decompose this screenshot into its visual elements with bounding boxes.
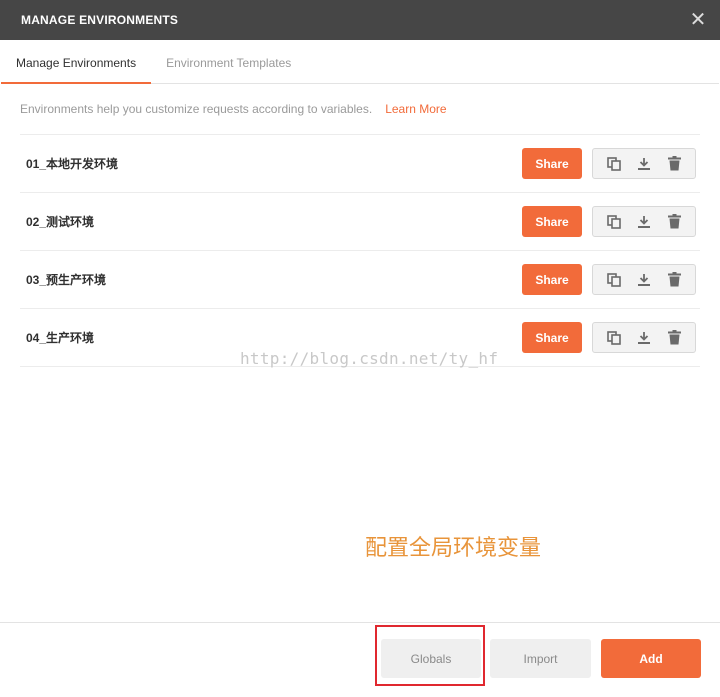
annotation-highlight-box (375, 625, 485, 686)
environment-name[interactable]: 01_本地开发环境 (26, 155, 118, 172)
duplicate-icon[interactable] (599, 323, 629, 352)
environment-icon-group (592, 322, 696, 353)
trash-icon[interactable] (659, 323, 689, 352)
environment-actions: Share (522, 264, 696, 295)
duplicate-icon[interactable] (599, 149, 629, 178)
watermark-text: http://blog.csdn.net/ty_hf (240, 349, 499, 368)
tab-manage-environments[interactable]: Manage Environments (1, 56, 152, 84)
environment-icon-group (592, 148, 696, 179)
download-icon[interactable] (629, 207, 659, 236)
environment-name[interactable]: 04_生产环境 (26, 329, 94, 346)
trash-icon[interactable] (659, 265, 689, 294)
intro-text-row: Environments help you customize requests… (20, 84, 700, 135)
manage-environments-modal: MANAGE ENVIRONMENTS ✕ Manage Environment… (0, 0, 720, 697)
trash-icon[interactable] (659, 207, 689, 236)
environment-name[interactable]: 03_预生产环境 (26, 271, 106, 288)
trash-icon[interactable] (659, 149, 689, 178)
modal-header: MANAGE ENVIRONMENTS ✕ (0, 0, 720, 40)
share-button[interactable]: Share (522, 148, 582, 179)
share-button[interactable]: Share (522, 322, 582, 353)
annotation-text: 配置全局环境变量 (365, 536, 542, 561)
share-button[interactable]: Share (522, 264, 582, 295)
download-icon[interactable] (629, 149, 659, 178)
modal-title: MANAGE ENVIRONMENTS (21, 13, 179, 27)
environment-icon-group (592, 264, 696, 295)
intro-text: Environments help you customize requests… (20, 102, 373, 116)
environment-name[interactable]: 02_测试环境 (26, 213, 94, 230)
tab-environment-templates[interactable]: Environment Templates (151, 56, 306, 84)
download-icon[interactable] (629, 323, 659, 352)
environment-list: 01_本地开发环境 Share 02_测试环境 Share 03_预生产环境 S… (20, 135, 700, 367)
close-icon[interactable]: ✕ (688, 10, 708, 30)
share-button[interactable]: Share (522, 206, 582, 237)
duplicate-icon[interactable] (599, 207, 629, 236)
download-icon[interactable] (629, 265, 659, 294)
environment-actions: Share (522, 148, 696, 179)
import-button[interactable]: Import (490, 639, 591, 678)
environment-actions: Share (522, 206, 696, 237)
duplicate-icon[interactable] (599, 265, 629, 294)
environment-row: 02_测试环境 Share (20, 193, 700, 251)
tab-bar: Manage Environments Environment Template… (1, 40, 719, 84)
environment-actions: Share (522, 322, 696, 353)
environment-row: 03_预生产环境 Share (20, 251, 700, 309)
add-button[interactable]: Add (601, 639, 701, 678)
learn-more-link[interactable]: Learn More (385, 102, 446, 116)
environment-row: 01_本地开发环境 Share (20, 135, 700, 193)
modal-footer: Globals Import Add (0, 622, 720, 697)
environment-icon-group (592, 206, 696, 237)
